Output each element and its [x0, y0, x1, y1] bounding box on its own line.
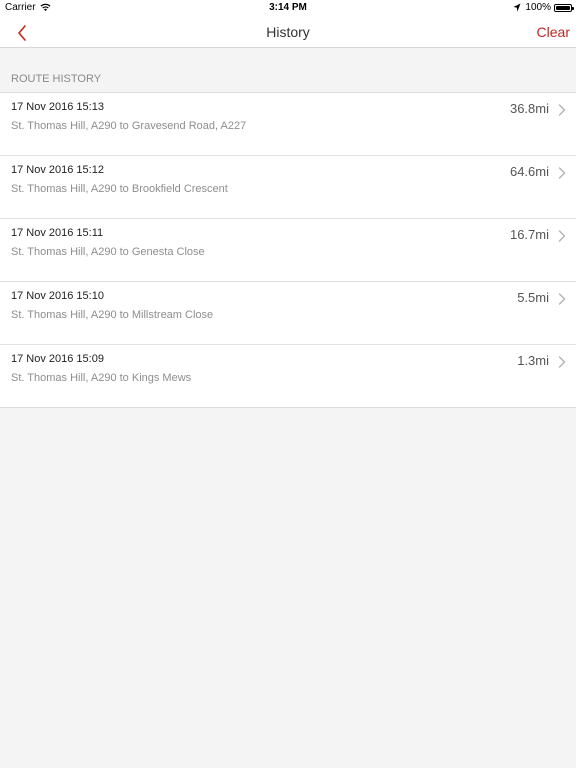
route-date: 17 Nov 2016 15:09 [11, 353, 104, 365]
status-right: 100% [513, 2, 574, 13]
route-date: 17 Nov 2016 15:10 [11, 290, 104, 302]
chevron-right-icon [558, 356, 566, 368]
route-row[interactable]: 17 Nov 2016 15:09 St. Thomas Hill, A290 … [0, 345, 576, 407]
route-distance: 36.8mi [509, 101, 549, 116]
chevron-right-icon [558, 104, 566, 116]
route-distance: 16.7mi [509, 227, 549, 242]
route-row[interactable]: 17 Nov 2016 15:13 St. Thomas Hill, A290 … [0, 93, 576, 156]
route-description: St. Thomas Hill, A290 to Genesta Close [11, 246, 205, 258]
status-bar: Carrier 3:14 PM 100% [0, 0, 576, 16]
battery-percent: 100% [525, 2, 551, 13]
route-description: St. Thomas Hill, A290 to Brookfield Cres… [11, 183, 228, 195]
route-date: 17 Nov 2016 15:12 [11, 164, 104, 176]
status-time: 3:14 PM [269, 2, 307, 13]
location-arrow-icon [513, 3, 521, 12]
route-distance: 64.6mi [509, 164, 549, 179]
route-date: 17 Nov 2016 15:13 [11, 101, 104, 113]
route-row[interactable]: 17 Nov 2016 15:12 St. Thomas Hill, A290 … [0, 156, 576, 219]
route-date: 17 Nov 2016 15:11 [11, 227, 104, 239]
route-description: St. Thomas Hill, A290 to Millstream Clos… [11, 309, 214, 321]
route-distance: 5.5mi [517, 290, 549, 305]
page-title: History [266, 24, 310, 40]
section-header: ROUTE HISTORY [11, 73, 102, 85]
clear-button[interactable]: Clear [537, 24, 570, 40]
battery-icon [554, 3, 574, 12]
route-row[interactable]: 17 Nov 2016 15:10 St. Thomas Hill, A290 … [0, 282, 576, 345]
route-distance: 1.3mi [517, 353, 549, 368]
chevron-right-icon [558, 230, 566, 242]
nav-bar: History Clear [0, 16, 576, 48]
route-description: St. Thomas Hill, A290 to Kings Mews [11, 372, 192, 384]
history-screen: Carrier 3:14 PM 100% History Clear ROUTE… [0, 0, 576, 768]
route-row[interactable]: 17 Nov 2016 15:11 St. Thomas Hill, A290 … [0, 219, 576, 282]
chevron-right-icon [558, 293, 566, 305]
route-history-list: 17 Nov 2016 15:13 St. Thomas Hill, A290 … [0, 92, 576, 408]
chevron-right-icon [558, 167, 566, 179]
route-description: St. Thomas Hill, A290 to Gravesend Road,… [11, 120, 247, 132]
